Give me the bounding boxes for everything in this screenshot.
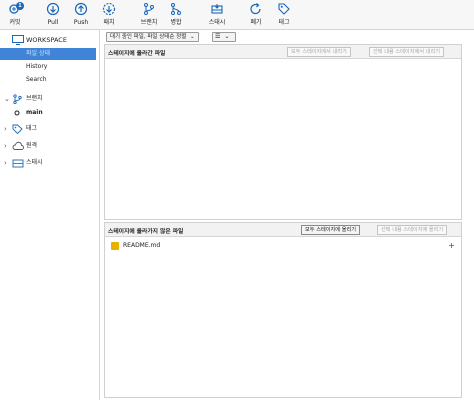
sidebar-workspace[interactable]: WORKSPACE xyxy=(0,34,100,46)
sidebar-remotes[interactable]: › 원격 xyxy=(0,140,100,152)
unstage-all-button[interactable]: 모두 스테이지에서 내리기 xyxy=(287,47,351,57)
sidebar-tags[interactable]: › 태그 xyxy=(0,123,100,135)
stash-label: 스태시 xyxy=(208,19,226,26)
chevron-right-icon[interactable]: › xyxy=(4,140,7,152)
sidebar-item-branch-main[interactable]: main xyxy=(0,107,100,119)
chevron-down-icon: ⌄ xyxy=(224,33,230,40)
fetch-button[interactable]: 패치 xyxy=(94,2,124,29)
stage-selected-button[interactable]: 선택 내용 스테이지에 올리기 xyxy=(377,225,448,235)
discard-button[interactable]: 폐기 xyxy=(241,2,271,29)
fetch-label: 패치 xyxy=(103,19,115,26)
view-mode-dropdown[interactable]: ☰ ⌄ xyxy=(212,32,236,42)
sidebar-item-file-status[interactable]: 파일 상태 xyxy=(0,48,96,60)
sidebar-stashes-label: 스태시 xyxy=(26,159,43,166)
list-icon: ☰ xyxy=(215,33,221,40)
discard-icon xyxy=(250,3,261,15)
chevron-right-icon[interactable]: › xyxy=(4,157,7,169)
branch-icon xyxy=(13,94,22,104)
unstaged-files-title: 스테이지에 올라가지 않은 파일 xyxy=(108,229,184,235)
filter-bar: 대기 중인 파일, 파일 상태순 정렬 ⌄ ☰ ⌄ xyxy=(104,30,464,44)
chevron-down-icon: ⌄ xyxy=(190,34,195,40)
cloud-icon xyxy=(12,141,24,150)
tag-button[interactable]: 태그 xyxy=(269,2,299,29)
tag-label: 태그 xyxy=(278,19,290,26)
sidebar-item-history[interactable]: History xyxy=(0,61,100,73)
status-sort-dropdown[interactable]: 대기 중인 파일, 파일 상태순 정렬 ⌄ xyxy=(106,32,199,42)
push-label: Push xyxy=(73,19,89,26)
toolbar: 1 커밋 Pull Push 패치 브랜치 병합 스태시 폐기 태그 xyxy=(0,0,474,30)
status-sort-dropdown-value: 대기 중인 파일, 파일 상태순 정렬 xyxy=(110,34,187,40)
unstaged-files-header: 스테이지에 올라가지 않은 파일 모두 스테이지에 올리기 선택 내용 스테이지… xyxy=(105,223,461,237)
sidebar-tags-label: 태그 xyxy=(26,125,38,132)
push-icon xyxy=(74,2,88,16)
sidebar-workspace-label: WORKSPACE xyxy=(26,36,67,44)
branch-button[interactable]: 브랜치 xyxy=(134,2,164,29)
staged-files-header: 스테이지에 올라간 파일 모두 스테이지에서 내리기 선택 내용 스테이지에서 … xyxy=(105,45,461,59)
file-name: README.md xyxy=(123,242,161,249)
pull-button[interactable]: Pull xyxy=(38,2,68,29)
chevron-right-icon[interactable]: › xyxy=(4,123,7,135)
commit-label: 커밋 xyxy=(9,19,21,26)
branch-icon xyxy=(144,3,154,15)
commit-badge: 1 xyxy=(16,2,24,10)
sidebar-item-label: 파일 상태 xyxy=(26,50,50,57)
pull-label: Pull xyxy=(47,19,59,26)
sidebar-stashes[interactable]: › 스태시 xyxy=(0,157,100,169)
merge-label: 병합 xyxy=(170,19,182,26)
list-item[interactable]: README.md + xyxy=(109,241,459,251)
sidebar-item-label: main xyxy=(26,109,43,116)
sidebar-item-label: History xyxy=(26,63,48,70)
current-branch-icon xyxy=(14,110,20,116)
pull-icon xyxy=(46,2,60,16)
stash-icon xyxy=(211,4,223,14)
stash-icon xyxy=(12,159,24,168)
tag-icon xyxy=(278,3,290,15)
modified-file-icon xyxy=(111,242,119,250)
sidebar-branches[interactable]: ⌄ 브랜치 xyxy=(0,93,100,105)
sidebar-item-search[interactable]: Search xyxy=(0,74,100,86)
tag-icon xyxy=(12,124,23,134)
staged-files-title: 스테이지에 올라간 파일 xyxy=(108,51,166,57)
merge-button[interactable]: 병합 xyxy=(161,2,191,29)
sidebar-item-label: Search xyxy=(26,76,47,83)
sidebar-branches-label: 브랜치 xyxy=(26,95,43,102)
staged-files-panel: 스테이지에 올라간 파일 모두 스테이지에서 내리기 선택 내용 스테이지에서 … xyxy=(104,44,462,220)
unstage-selected-button[interactable]: 선택 내용 스테이지에서 내리기 xyxy=(369,47,444,57)
push-button[interactable]: Push xyxy=(66,2,96,29)
merge-icon xyxy=(171,3,181,15)
monitor-icon xyxy=(12,35,24,45)
commit-button[interactable]: 1 커밋 xyxy=(0,2,30,29)
unstaged-files-panel: 스테이지에 올라가지 않은 파일 모두 스테이지에 올리기 선택 내용 스테이지… xyxy=(104,222,462,398)
stage-all-button[interactable]: 모두 스테이지에 올리기 xyxy=(301,225,361,235)
main-area: 대기 중인 파일, 파일 상태순 정렬 ⌄ ☰ ⌄ 스테이지에 올라간 파일 모… xyxy=(104,30,474,400)
plus-icon[interactable]: + xyxy=(448,241,455,251)
discard-label: 폐기 xyxy=(250,19,262,26)
branch-label: 브랜치 xyxy=(140,19,158,26)
stash-button[interactable]: 스태시 xyxy=(202,2,232,29)
fetch-icon xyxy=(102,2,116,16)
chevron-down-icon[interactable]: ⌄ xyxy=(4,93,10,105)
sidebar-remotes-label: 원격 xyxy=(26,142,38,149)
sidebar: WORKSPACE 파일 상태 History Search ⌄ 브랜치 mai… xyxy=(0,30,100,400)
